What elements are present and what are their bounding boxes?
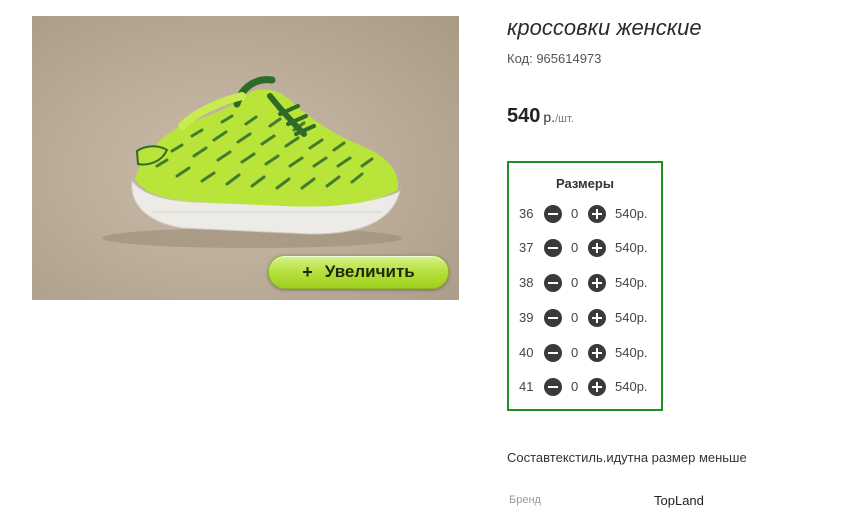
sizes-panel: Размеры 36 0 540р. 37 0 540р. 38 0 540р.… — [507, 161, 663, 411]
price-unit: /шт. — [555, 113, 574, 125]
size-row: 39 0 540р. — [509, 308, 661, 328]
minus-circle-icon[interactable] — [544, 205, 562, 223]
size-row: 41 0 540р. — [509, 377, 661, 397]
plus-icon: + — [302, 261, 313, 282]
size-quantity: 0 — [571, 206, 579, 221]
size-price: 540р. — [615, 206, 648, 221]
size-quantity: 0 — [571, 240, 579, 255]
product-code: Код: 965614973 — [507, 51, 602, 66]
size-row: 36 0 540р. — [509, 204, 661, 224]
plus-circle-icon[interactable] — [588, 274, 606, 292]
product-photo[interactable]: + Увеличить — [32, 16, 459, 300]
plus-circle-icon[interactable] — [588, 309, 606, 327]
size-price: 540р. — [615, 345, 648, 360]
plus-circle-icon[interactable] — [588, 239, 606, 257]
size-price: 540р. — [615, 379, 648, 394]
product-page: + Увеличить кроссовки женские Код: 96561… — [0, 0, 842, 529]
size-row: 38 0 540р. — [509, 273, 661, 293]
minus-circle-icon[interactable] — [544, 274, 562, 292]
plus-circle-icon[interactable] — [588, 378, 606, 396]
size-value: 36 — [519, 206, 534, 221]
size-value: 40 — [519, 345, 534, 360]
plus-circle-icon[interactable] — [588, 205, 606, 223]
product-price: 540 р./шт. — [507, 105, 574, 128]
size-price: 540р. — [615, 275, 648, 290]
size-price: 540р. — [615, 310, 648, 325]
size-value: 38 — [519, 275, 534, 290]
sizes-heading: Размеры — [556, 176, 614, 191]
size-quantity: 0 — [571, 379, 579, 394]
size-value: 37 — [519, 240, 534, 255]
brand-value: TopLand — [654, 493, 704, 508]
minus-circle-icon[interactable] — [544, 309, 562, 327]
minus-circle-icon[interactable] — [544, 344, 562, 362]
brand-label: Бренд — [509, 494, 541, 506]
size-value: 41 — [519, 379, 534, 394]
size-row: 37 0 540р. — [509, 238, 661, 258]
size-price: 540р. — [615, 240, 648, 255]
size-row: 40 0 540р. — [509, 343, 661, 363]
price-amount: 540 — [507, 105, 541, 127]
price-currency: р. — [543, 109, 556, 125]
size-value: 39 — [519, 310, 534, 325]
product-description: Составтекстиль.идутна размер меньше — [507, 450, 747, 465]
size-quantity: 0 — [571, 310, 579, 325]
size-quantity: 0 — [571, 275, 579, 290]
zoom-button[interactable]: + Увеличить — [268, 255, 449, 289]
zoom-button-label: Увеличить — [324, 262, 415, 281]
product-title: кроссовки женские — [507, 15, 702, 40]
minus-circle-icon[interactable] — [544, 378, 562, 396]
size-quantity: 0 — [571, 345, 579, 360]
minus-circle-icon[interactable] — [544, 239, 562, 257]
plus-circle-icon[interactable] — [588, 344, 606, 362]
